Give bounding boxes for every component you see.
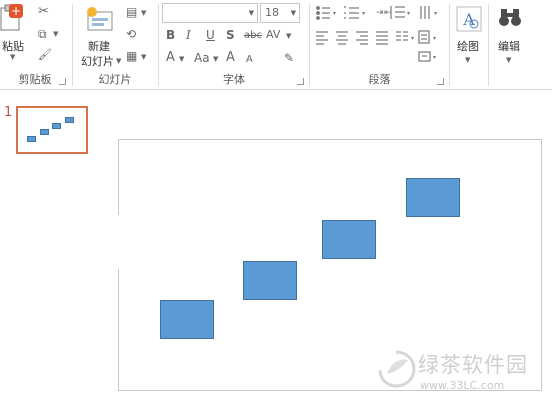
- copy-icon[interactable]: ⧉: [38, 27, 47, 41]
- editing-dropdown-arrow: ▼: [506, 56, 512, 64]
- svg-text:▾: ▾: [433, 54, 436, 61]
- layout-dropdown-arrow[interactable]: ▼: [141, 9, 146, 17]
- convert-smartart-icon: [418, 51, 431, 62]
- numbering-icon: [344, 6, 359, 19]
- font-color-dropdown-arrow[interactable]: ▼: [179, 55, 184, 63]
- svg-text:▾: ▾: [362, 10, 365, 17]
- cut-icon[interactable]: ✂: [38, 5, 49, 19]
- font-color-icon[interactable]: A: [166, 51, 175, 65]
- thumbnail-shape: [27, 136, 36, 142]
- align-text-icon: [418, 30, 430, 44]
- group-separator: [309, 4, 310, 86]
- svg-text:A: A: [462, 10, 475, 29]
- rectangle-shape-1[interactable]: [160, 300, 214, 339]
- line-spacing-icon: [390, 6, 405, 19]
- watermark-logo-icon: [378, 350, 416, 388]
- clipboard-group: + 粘贴 ▼ ✂ ⧉ ▼ 🖌 剪贴板: [0, 0, 70, 90]
- binoculars-icon: [499, 9, 521, 26]
- group-separator: [488, 4, 489, 86]
- columns-icon: [396, 31, 408, 41]
- shapes-icon: A: [456, 6, 482, 32]
- svg-text:▾: ▾: [411, 35, 414, 42]
- change-case-dropdown-arrow[interactable]: ▼: [213, 55, 218, 63]
- svg-text:+: +: [11, 4, 21, 18]
- paste-dropdown-arrow: ▼: [10, 53, 16, 61]
- slide-thumbnail-number: 1: [4, 105, 13, 120]
- underline-icon[interactable]: U: [206, 28, 215, 42]
- change-case-icon[interactable]: Aa: [194, 51, 210, 65]
- shadow-icon[interactable]: S: [226, 28, 235, 42]
- blank-overlay: [75, 215, 215, 269]
- font-size-dropdown-arrow[interactable]: ▼: [291, 9, 296, 17]
- format-painter-icon[interactable]: 🖌: [38, 48, 52, 62]
- watermark-url: www.33LC.com: [420, 379, 505, 392]
- align-right-icon: [356, 31, 368, 45]
- italic-icon[interactable]: I: [186, 28, 191, 42]
- svg-text:▾: ▾: [407, 10, 410, 17]
- new-slide-dropdown-arrow: ▼: [116, 57, 122, 65]
- font-name-dropdown-arrow[interactable]: ▼: [249, 9, 254, 17]
- paste-label: 粘贴: [2, 40, 24, 53]
- svg-text:▾: ▾: [434, 10, 437, 17]
- reset-icon[interactable]: ⟲: [126, 27, 136, 41]
- new-slide-icon: [87, 7, 113, 31]
- drawing-button[interactable]: A 绘图 ▼: [451, 0, 487, 90]
- thumbnail-shape: [65, 117, 74, 123]
- group-separator: [72, 4, 73, 86]
- strikethrough-icon[interactable]: abc: [244, 29, 262, 43]
- editing-label: 编辑: [498, 40, 520, 53]
- font-name-combo[interactable]: ▼: [162, 3, 258, 23]
- paragraph-launcher-icon[interactable]: [437, 78, 444, 85]
- rectangle-shape-3[interactable]: [322, 220, 376, 259]
- thumbnail-shape: [52, 123, 61, 129]
- svg-text:▾: ▾: [333, 10, 336, 17]
- paste-button[interactable]: + 粘贴 ▼: [0, 0, 30, 64]
- watermark-text: 绿茶软件园: [418, 353, 528, 377]
- align-left-icon: [316, 31, 328, 45]
- rectangle-shape-2[interactable]: [243, 261, 297, 300]
- paragraph-group-label: 段落: [368, 73, 391, 86]
- justify-icon: [376, 31, 388, 45]
- svg-text:▾: ▾: [433, 35, 436, 42]
- bold-icon[interactable]: B: [166, 28, 175, 42]
- paragraph-icons: ▾ ▾ ⇥ ⇤ ▾ ▾ ▾ ▾ ▾: [316, 6, 437, 62]
- new-slide-button[interactable]: 新建 幻灯片 ▼: [76, 0, 122, 72]
- new-slide-label-line1: 新建: [88, 40, 110, 53]
- grow-font-icon[interactable]: A: [226, 51, 235, 65]
- svg-text:⇤: ⇤: [384, 8, 392, 18]
- font-launcher-icon[interactable]: [297, 78, 304, 85]
- svg-text:⇥: ⇥: [376, 8, 384, 18]
- slides-group-label: 幻灯片: [98, 73, 132, 86]
- drawing-dropdown-arrow: ▼: [465, 56, 471, 64]
- slides-group: 新建 幻灯片 ▼ ▤ ▼ ⟲ ▦ ▼ 幻灯片: [74, 0, 156, 90]
- character-spacing-icon[interactable]: AV: [266, 28, 280, 42]
- section-icon[interactable]: ▦: [126, 49, 137, 63]
- slide-thumbnail-selected[interactable]: [16, 106, 88, 154]
- layout-icon[interactable]: ▤: [126, 5, 137, 19]
- align-center-icon: [336, 31, 348, 45]
- clipboard-launcher-icon[interactable]: [59, 78, 66, 85]
- font-size-combo[interactable]: 18 ▼: [260, 3, 300, 23]
- copy-dropdown-arrow[interactable]: ▼: [53, 30, 58, 38]
- bullets-icon: [316, 6, 330, 20]
- paste-icon: +: [0, 4, 23, 31]
- font-group: ▼ 18 ▼ B I U S abc AV ▼ A ▼ Aa ▼ A A ✎ 字…: [160, 0, 308, 90]
- font-size-value: 18: [265, 6, 279, 19]
- character-spacing-dropdown-arrow[interactable]: ▼: [286, 32, 291, 40]
- new-slide-label-line2: 幻灯片: [81, 55, 114, 68]
- thumbnail-shape: [40, 129, 49, 135]
- text-direction-icon: [420, 6, 430, 19]
- shrink-font-icon[interactable]: A: [246, 53, 253, 67]
- group-separator: [449, 4, 450, 86]
- font-group-label: 字体: [223, 73, 245, 86]
- editing-button[interactable]: 编辑 ▼: [490, 0, 530, 90]
- drawing-label: 绘图: [457, 40, 479, 53]
- group-separator: [158, 4, 159, 86]
- rectangle-shape-4[interactable]: [406, 178, 460, 217]
- section-dropdown-arrow[interactable]: ▼: [141, 53, 146, 61]
- clear-formatting-icon[interactable]: ✎: [284, 51, 294, 65]
- ribbon: + 粘贴 ▼ ✂ ⧉ ▼ 🖌 剪贴板 新建 幻灯片 ▼ ▤ ▼ ⟲ ▦ ▼ 幻灯…: [0, 0, 552, 90]
- paragraph-group: ▾ ▾ ⇥ ⇤ ▾ ▾ ▾ ▾ ▾ 段落: [311, 0, 448, 90]
